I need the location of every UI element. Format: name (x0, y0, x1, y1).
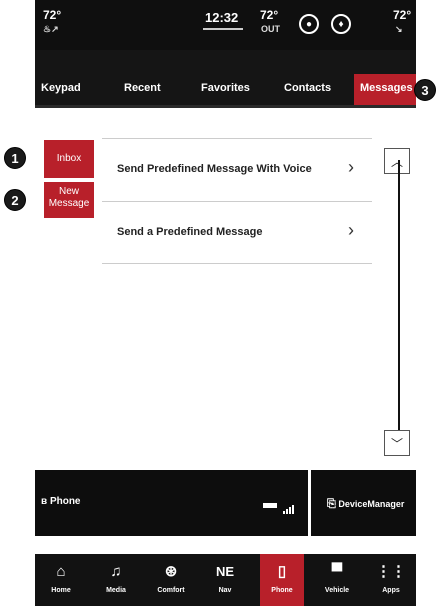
callout-1: 1 (4, 147, 26, 169)
list-item-label: Send Predefined Message With Voice (117, 163, 312, 175)
list-item-send-predefined[interactable]: Send a Predefined Message › (102, 201, 372, 263)
phone-section[interactable]: ʙ Phone (35, 470, 311, 536)
apps-grid-icon: ⋮⋮ (376, 563, 406, 580)
inbox-button[interactable]: Inbox (44, 140, 94, 178)
comfort-icon: ⊛ (164, 563, 178, 580)
device-manager-label: DeviceManager (338, 499, 405, 509)
nav-label: Vehicle (324, 587, 350, 594)
nav-phone[interactable]: ▯ Phone (260, 554, 304, 606)
outside-temp: 72° (260, 8, 279, 22)
microphone-icon[interactable]: ♦ (331, 14, 351, 34)
bottom-nav: ⌂ Home ♫ Media ⊛ Comfort NE Nav ▯ Phone … (35, 554, 416, 606)
outside-label: OUT (261, 24, 280, 34)
battery-icon (263, 503, 277, 508)
compass-icon: NE (215, 564, 235, 579)
nav-label: Phone (271, 587, 293, 594)
messages-panel: Inbox New Message Send Predefined Messag… (35, 108, 416, 470)
passenger-temp[interactable]: 72° (393, 8, 411, 22)
nav-label: Home (51, 587, 71, 594)
callout-3: 3 (414, 79, 436, 101)
new-message-button[interactable]: New Message (44, 182, 94, 218)
phone-tab-bar: Keypad Recent Favorites Contacts Message… (35, 50, 416, 108)
list-item-send-with-voice[interactable]: Send Predefined Message With Voice › (102, 138, 372, 200)
passenger-seat-icon[interactable]: ↘ (395, 24, 403, 35)
nav-home[interactable]: ⌂ Home (41, 554, 81, 606)
list-item-label: Send a Predefined Message (117, 226, 263, 238)
profile-icon[interactable]: ● (299, 14, 319, 34)
scroll-up-button[interactable]: ︿ (384, 148, 410, 174)
nav-media[interactable]: ♫ Media (96, 554, 136, 606)
spacer (35, 536, 416, 554)
nav-comfort[interactable]: ⊛ Comfort (151, 554, 191, 606)
device-manager-button[interactable]: ⎘ DeviceManager (327, 498, 404, 511)
device-icon: ⎘ (327, 498, 336, 510)
nav-nav[interactable]: NE Nav (205, 554, 245, 606)
callout-2: 2 (4, 189, 26, 211)
car-icon: ▀ (331, 563, 343, 580)
nav-vehicle[interactable]: ▀ Vehicle (317, 554, 357, 606)
chevron-right-icon: › (348, 157, 354, 177)
tab-messages[interactable]: Messages (354, 74, 416, 108)
status-bar: 72° ♨↗ 12:32 72° OUT ● ♦ 72° ↘ (35, 0, 416, 50)
nav-label: Apps (382, 587, 400, 594)
clock: 12:32 (205, 10, 239, 25)
phone-icon: ▯ (277, 563, 287, 580)
phone-label-text: Phone (49, 496, 81, 507)
seat-heat-icon[interactable]: ♨↗ (43, 24, 59, 35)
signal-icon (283, 496, 295, 514)
driver-temp[interactable]: 72° (43, 8, 61, 22)
phone-label: ʙ Phone (41, 496, 81, 507)
chevron-right-icon: › (348, 220, 354, 240)
list-divider (102, 263, 372, 264)
nav-label: Comfort (157, 587, 185, 594)
nav-label: Nav (218, 587, 232, 594)
music-note-icon: ♫ (110, 563, 122, 580)
bluetooth-icon: ʙ (41, 496, 48, 507)
tab-favorites[interactable]: Favorites (201, 82, 250, 94)
nav-apps[interactable]: ⋮⋮ Apps (371, 554, 411, 606)
tab-recent[interactable]: Recent (124, 82, 161, 94)
uconnect-screen: 72° ♨↗ 12:32 72° OUT ● ♦ 72° ↘ Keypad Re… (35, 0, 416, 606)
home-icon: ⌂ (56, 563, 66, 580)
nav-label: Media (106, 587, 126, 594)
phone-status-bar: ʙ Phone ⎘ DeviceManager (35, 470, 416, 536)
scroll-down-button[interactable]: ﹀ (384, 430, 410, 456)
scrollbar[interactable] (398, 160, 400, 436)
handle-icon[interactable] (203, 28, 243, 30)
tab-contacts[interactable]: Contacts (284, 82, 331, 94)
tab-keypad[interactable]: Keypad (41, 82, 81, 94)
